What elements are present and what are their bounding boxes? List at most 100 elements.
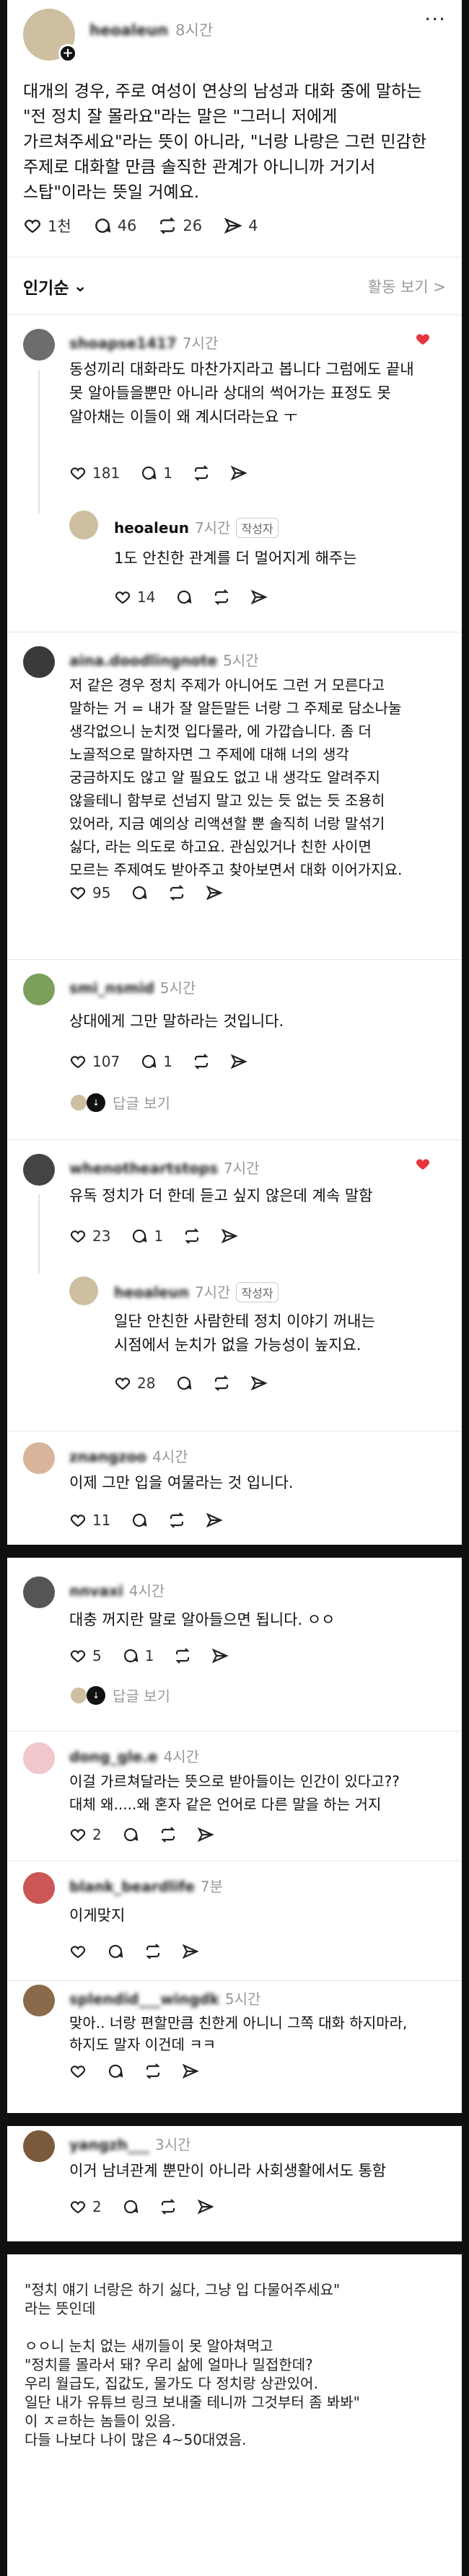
like-count: 14: [137, 588, 156, 606]
avatar[interactable]: [23, 1985, 55, 2016]
comment-button[interactable]: 1: [122, 1647, 154, 1664]
comment: znangzoo 4시간 이제 그만 입을 여물라는 것 입니다. 11: [7, 1442, 462, 1543]
share-button[interactable]: [206, 1512, 224, 1529]
heart-icon: [70, 467, 86, 480]
repost-button[interactable]: [193, 464, 210, 482]
like-button[interactable]: 5: [69, 1647, 102, 1664]
view-replies-link[interactable]: ↓ 답글 보기: [69, 1685, 170, 1706]
follow-plus-icon[interactable]: +: [58, 44, 77, 63]
repost-button[interactable]: [159, 2198, 177, 2215]
like-button[interactable]: 14: [114, 588, 155, 606]
comment-button[interactable]: 1: [131, 1227, 163, 1245]
like-count: 5: [92, 1647, 102, 1664]
repost-button[interactable]: [168, 884, 185, 901]
view-replies-link[interactable]: ↓ 답글 보기: [69, 1092, 170, 1113]
comment-icon: [108, 2064, 123, 2078]
comment-line: 못 알아들을뿐만 아니라 상대의 썩어가는 표정도 못: [69, 384, 391, 402]
comment-button[interactable]: [107, 1943, 124, 1960]
comment-button[interactable]: [107, 2063, 124, 2080]
reply-avatar: [69, 1685, 88, 1705]
comment-button[interactable]: 1: [140, 464, 172, 482]
like-button[interactable]: 2: [69, 1826, 102, 1843]
comment-body: 유독 정치가 더 한데 듣고 싶지 않은데 계속 말함: [69, 1184, 372, 1208]
like-button[interactable]: [69, 1943, 87, 1960]
avatar[interactable]: [23, 1576, 55, 1608]
share-button[interactable]: [197, 1826, 214, 1843]
share-button[interactable]: [250, 1375, 268, 1392]
like-button[interactable]: 1천: [23, 215, 71, 237]
comment-button[interactable]: 46: [93, 216, 136, 235]
author-name[interactable]: heoaleun: [89, 22, 168, 39]
repost-button[interactable]: [183, 1227, 201, 1245]
comment-author[interactable]: dong_gle.e: [69, 1748, 158, 1765]
like-button[interactable]: 2: [69, 2198, 102, 2215]
comment-icon: [95, 219, 110, 233]
share-button[interactable]: [221, 1227, 238, 1245]
comment-author[interactable]: shoapse1417: [69, 335, 177, 352]
repost-button[interactable]: [174, 1647, 191, 1664]
repost-button[interactable]: [144, 1943, 162, 1960]
share-button[interactable]: [230, 1053, 247, 1070]
share-button[interactable]: [197, 2198, 214, 2215]
share-button[interactable]: [250, 588, 268, 606]
send-icon: [182, 2063, 199, 2079]
like-button[interactable]: 95: [69, 884, 110, 901]
comment-author[interactable]: znangzoo: [69, 1448, 146, 1465]
comment-button[interactable]: [131, 1512, 148, 1529]
avatar[interactable]: [69, 511, 98, 539]
like-button[interactable]: 181: [69, 464, 120, 482]
repost-button[interactable]: 26: [158, 216, 202, 235]
like-button[interactable]: 107: [69, 1053, 120, 1070]
avatar[interactable]: [23, 646, 55, 678]
comment-button[interactable]: 1: [140, 1053, 172, 1070]
share-button[interactable]: [206, 884, 224, 901]
comment-button[interactable]: [175, 588, 193, 606]
like-button[interactable]: [69, 2063, 87, 2080]
avatar[interactable]: [23, 1872, 55, 1904]
like-button[interactable]: 28: [114, 1375, 155, 1392]
share-button[interactable]: [230, 464, 247, 482]
comment-author[interactable]: whenotheartstops: [69, 1160, 218, 1177]
comment-icon: [133, 1229, 147, 1243]
avatar[interactable]: [23, 974, 55, 1005]
repost-button[interactable]: [159, 1826, 177, 1843]
comment-author[interactable]: heoaleun: [114, 519, 189, 537]
comment-author[interactable]: heoaleun: [114, 1284, 189, 1301]
repost-button[interactable]: [168, 1512, 185, 1529]
repost-button[interactable]: [144, 2063, 162, 2080]
divider: [7, 1980, 462, 1981]
comment-line: 않을테니 함부로 선넘지 말고 있는 듯 없는 듯 조용히: [69, 792, 385, 809]
comment-author[interactable]: nnvaxi: [69, 1582, 123, 1600]
comment-author[interactable]: aina.doodlingnote: [69, 652, 217, 669]
avatar[interactable]: [69, 1276, 98, 1305]
comment-author[interactable]: smi_nsmid: [69, 979, 154, 997]
comment-author[interactable]: yangzh___: [69, 2136, 149, 2153]
like-button[interactable]: 11: [69, 1512, 110, 1529]
avatar[interactable]: [23, 1742, 55, 1774]
comment-button[interactable]: [175, 1375, 193, 1392]
avatar[interactable]: [23, 1442, 55, 1474]
comment-author[interactable]: blank_beardlife: [69, 1878, 195, 1895]
repost-button[interactable]: [213, 588, 230, 606]
share-button[interactable]: [182, 2063, 199, 2080]
comment-body: 이제 그만 입을 여물라는 것 입니다.: [69, 1471, 294, 1495]
repost-button[interactable]: [193, 1053, 210, 1070]
comment-button[interactable]: [131, 884, 148, 901]
like-button[interactable]: 23: [69, 1227, 110, 1245]
comment-author[interactable]: splendid___wingdk: [69, 1990, 219, 2008]
comment-time: 5시간: [159, 979, 196, 997]
comment-button[interactable]: [122, 1826, 139, 1843]
author-avatar[interactable]: +: [23, 9, 77, 63]
comment-button[interactable]: [122, 2198, 139, 2215]
sort-dropdown[interactable]: 인기순 ⌄: [23, 274, 87, 299]
share-button[interactable]: 4: [224, 216, 258, 235]
avatar[interactable]: [23, 1154, 55, 1186]
share-button[interactable]: [211, 1647, 229, 1664]
avatar[interactable]: [23, 329, 55, 361]
activity-link[interactable]: 활동 보기 >: [368, 275, 446, 297]
avatar[interactable]: [23, 2130, 55, 2162]
repost-button[interactable]: [213, 1375, 230, 1392]
share-button[interactable]: [182, 1943, 199, 1960]
more-options-icon[interactable]: ···: [424, 7, 446, 31]
comment: splendid___wingdk 5시간 맞아.. 너랑 편할만큼 친한게 아…: [7, 1985, 462, 2100]
